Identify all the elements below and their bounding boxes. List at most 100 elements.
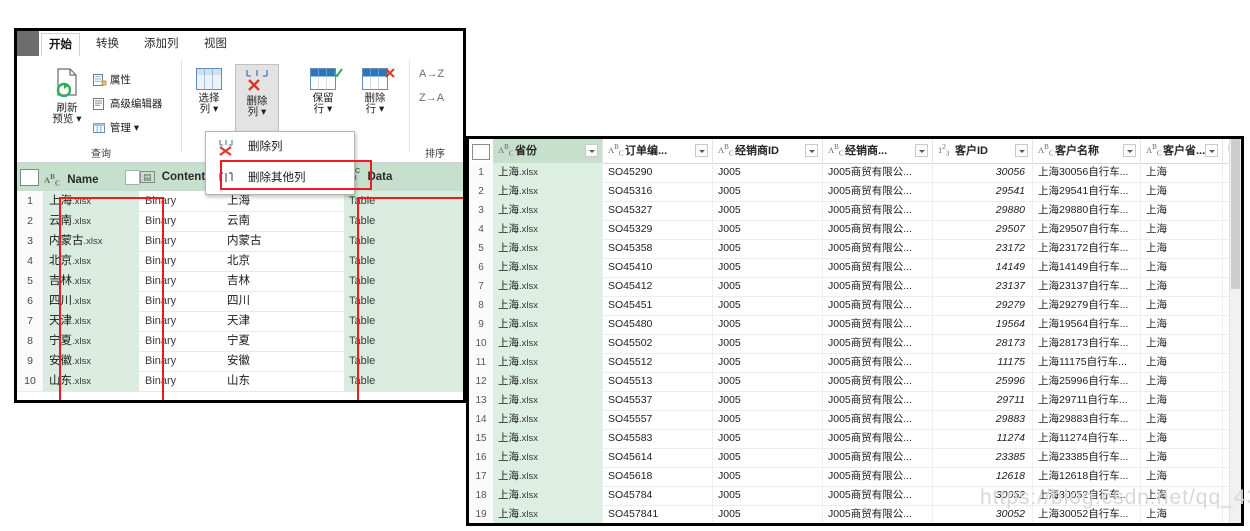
tab-add-column[interactable]: 添加列 [137,33,186,55]
sort-ascending-button[interactable]: A→Z [419,68,444,80]
table-row[interactable]: 14 上海.xlsx SO45557 J005 J005商贸有限公... 29883 上海2… [469,410,1241,430]
menu-item-remove-other-columns[interactable]: 删除其他列 [206,163,354,194]
type-icon-ABC: ABC [828,143,844,158]
back-header-content[interactable]: ▤ Content [140,163,205,191]
table-row[interactable]: 1 上海.xlsx SO45290 J005 J005商贸有限公... 30056 上海30… [469,163,1241,183]
cell-province: 上海.xlsx [493,277,603,296]
remove-rows-button[interactable]: 删除 行 ▾ [353,68,397,115]
column-header-4[interactable]: ABC 经销商... [823,139,933,163]
table-row[interactable]: 5 吉林.xlsx Binary 吉林 Table [17,271,463,292]
cell-content[interactable]: Binary [140,351,225,371]
properties-button[interactable]: 属性 [93,72,131,87]
cell-data[interactable]: Table [344,211,463,231]
table-row[interactable]: 19 上海.xlsx SO457841 J005 J005商贸有限公... 30052 上海… [469,505,1241,523]
cell-content[interactable]: Binary [140,371,225,391]
row-number: 9 [17,351,44,371]
table-row[interactable]: 18 上海.xlsx SO45784 J005 J005商贸有限公... 30052 上海3… [469,486,1241,506]
column-filter-button[interactable] [1015,144,1028,157]
table-row[interactable]: 10 山东.xlsx Binary 山东 Table [17,371,463,392]
remove-rows-label-2: 行 ▾ [365,103,385,115]
column-filter-button[interactable] [1205,144,1218,157]
table-row[interactable]: 3 上海.xlsx SO45327 J005 J005商贸有限公... 29880 上海29… [469,201,1241,221]
table-row[interactable]: 15 上海.xlsx SO45583 J005 J005商贸有限公... 11274 上海1… [469,429,1241,449]
cell-content[interactable]: Binary [140,251,225,271]
tab-view[interactable]: 视图 [197,33,234,55]
cell-data[interactable]: Table [344,331,463,351]
front-grid-scrollbar[interactable] [1229,139,1241,523]
table-row[interactable]: 12 上海.xlsx SO45513 J005 J005商贸有限公... 25996 上海2… [469,372,1241,392]
advanced-editor-button[interactable]: 高级编辑器 [93,96,162,111]
cell-customer-id: 29711 [933,391,1033,410]
table-row[interactable]: 4 上海.xlsx SO45329 J005 J005商贸有限公... 29507 上海29… [469,220,1241,240]
select-all-grid-icon[interactable] [20,169,39,186]
cell-data[interactable]: Table [344,231,463,251]
cell-content[interactable]: Binary [140,291,225,311]
cell-order-id: SO45327 [603,201,713,220]
front-select-all-grid-icon[interactable] [472,144,490,160]
table-row[interactable]: 11 上海.xlsx SO45512 J005 J005商贸有限公... 11175 上海1… [469,353,1241,373]
cell-data[interactable]: Table [344,271,463,291]
column-header-5[interactable]: 123 客户ID [933,139,1033,163]
column-filter-button[interactable] [1123,144,1136,157]
choose-columns-button[interactable]: 选择 列 ▾ [187,68,231,115]
column-header-3[interactable]: ABC 经销商ID [713,139,823,163]
remove-columns-dropdown-menu[interactable]: 删除列 删除其他列 [205,131,355,195]
table-row[interactable]: 16 上海.xlsx SO45614 J005 J005商贸有限公... 23385 上海2… [469,448,1241,468]
column-header-2[interactable]: ABC 订单编... [603,139,713,163]
column-header-1[interactable]: ABC 省份 [493,139,603,163]
table-row[interactable]: 13 上海.xlsx SO45537 J005 J005商贸有限公... 29711 上海2… [469,391,1241,411]
cell-dealer-name: J005商贸有限公... [823,296,933,315]
cell-customer-province: 上海 [1141,315,1223,334]
cell-data[interactable]: Table [344,291,463,311]
column-header-7[interactable]: ABC 客户省... [1141,139,1223,163]
sort-descending-button[interactable]: Z→A [419,92,444,104]
cell-data[interactable]: Table [344,191,463,211]
table-row[interactable]: 6 四川.xlsx Binary 四川 Table [17,291,463,312]
remove-columns-button[interactable]: 删除 列 ▾ [235,64,279,132]
table-row[interactable]: 3 内蒙古.xlsx Binary 内蒙古 Table [17,231,463,252]
table-row[interactable]: 4 北京.xlsx Binary 北京 Table [17,251,463,272]
table-row[interactable]: 5 上海.xlsx SO45358 J005 J005商贸有限公... 23172 上海23… [469,239,1241,259]
table-row[interactable]: 7 上海.xlsx SO45412 J005 J005商贸有限公... 23137 上海23… [469,277,1241,297]
cell-order-id: SO45512 [603,353,713,372]
table-row[interactable]: 2 云南.xlsx Binary 云南 Table [17,211,463,232]
tab-transform[interactable]: 转换 [89,33,126,55]
table-row[interactable]: 8 宁夏.xlsx Binary 宁夏 Table [17,331,463,352]
cell-customer-id: 12618 [933,467,1033,486]
front-grid-scroll-thumb[interactable] [1231,139,1240,289]
manage-button[interactable]: 管理 ▾ [93,120,139,135]
back-header-name[interactable]: ABC Name [44,163,99,191]
cell-data[interactable]: Table [344,251,463,271]
cell-customer-name: 上海23385自行车... [1033,448,1141,467]
tab-home[interactable]: 开始 [41,33,80,56]
table-row[interactable]: 17 上海.xlsx SO45618 J005 J005商贸有限公... 12618 上海1… [469,467,1241,487]
table-row[interactable]: 7 天津.xlsx Binary 天津 Table [17,311,463,332]
table-row[interactable]: 2 上海.xlsx SO45316 J005 J005商贸有限公... 29541 上海29… [469,182,1241,202]
column-filter-button[interactable] [805,144,818,157]
column-filter-button[interactable] [915,144,928,157]
table-row[interactable]: 9 安徽.xlsx Binary 安徽 Table [17,351,463,372]
table-row[interactable]: 20上海.xlsxSO45806J005J005商贸有限公...30084上海3… [469,524,1241,526]
cell-content[interactable]: Binary [140,331,225,351]
cell-data[interactable]: Table [344,311,463,331]
column-header-6[interactable]: ABC 客户名称 [1033,139,1141,163]
cell-data[interactable]: Table [344,351,463,371]
table-row[interactable]: 8 上海.xlsx SO45451 J005 J005商贸有限公... 29279 上海29… [469,296,1241,316]
cell-content[interactable]: Binary [140,231,225,251]
menu-item-remove-columns[interactable]: 删除列 [206,132,354,163]
cell-order-id: SO45412 [603,277,713,296]
cell-content[interactable]: Binary [140,211,225,231]
back-header-name-filter[interactable] [125,170,140,185]
cell-customer-name: 上海25996自行车... [1033,372,1141,391]
cell-customer-province: 上海 [1141,277,1223,296]
keep-rows-button[interactable]: 保留 行 ▾ [301,68,345,115]
table-row[interactable]: 9 上海.xlsx SO45480 J005 J005商贸有限公... 19564 上海19… [469,315,1241,335]
refresh-preview-button[interactable]: 刷新 预览 ▾ [45,68,89,125]
cell-data[interactable]: Table [344,371,463,391]
cell-content[interactable]: Binary [140,271,225,291]
column-filter-button[interactable] [585,144,598,157]
table-row[interactable]: 6 上海.xlsx SO45410 J005 J005商贸有限公... 14149 上海14… [469,258,1241,278]
table-row[interactable]: 10 上海.xlsx SO45502 J005 J005商贸有限公... 28173 上海2… [469,334,1241,354]
column-filter-button[interactable] [695,144,708,157]
cell-content[interactable]: Binary [140,311,225,331]
